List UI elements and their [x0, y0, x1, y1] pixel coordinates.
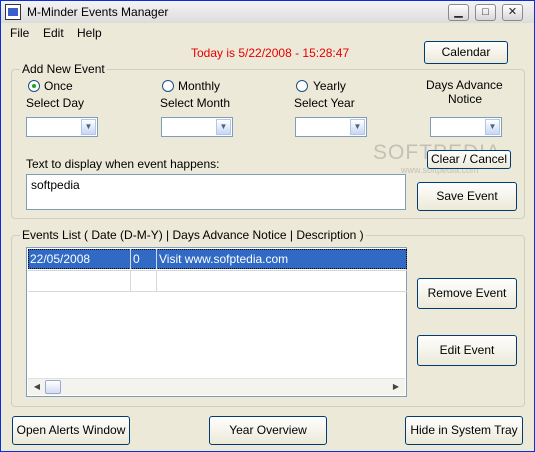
close-button[interactable]: ✕	[502, 4, 523, 21]
radio-monthly[interactable]	[162, 80, 174, 92]
select-day-label: Select Day	[26, 96, 85, 110]
chevron-down-icon: ▼	[485, 119, 500, 135]
year-overview-button[interactable]: Year Overview	[209, 416, 327, 445]
days-advance-label: Days Advance	[426, 78, 503, 92]
chevron-down-icon: ▼	[350, 119, 365, 135]
scroll-right-icon[interactable]: ▶	[389, 381, 403, 393]
clear-cancel-button[interactable]: Clear / Cancel	[427, 150, 511, 169]
days-advance-dropdown[interactable]: ▼	[430, 117, 502, 137]
event-text-label: Text to display when event happens:	[26, 157, 220, 171]
events-list-title: Events List ( Date (D-M-Y) | Days Advanc…	[20, 228, 366, 242]
current-datetime: Today is 5/22/2008 - 15:28:47	[191, 46, 350, 60]
table-row[interactable]: 22/05/2008 0 Visit www.sofptedia.com	[28, 249, 407, 269]
event-description-cell: Visit www.sofptedia.com	[159, 252, 289, 266]
empty-cell	[131, 271, 157, 291]
minimize-icon: ▁	[454, 6, 463, 18]
radio-yearly[interactable]	[296, 80, 308, 92]
maximize-button[interactable]: □	[475, 4, 496, 21]
radio-once[interactable]	[28, 80, 40, 92]
select-year-label: Select Year	[294, 96, 355, 110]
radio-yearly-label: Yearly	[313, 79, 346, 93]
empty-cell	[28, 271, 131, 291]
radio-monthly-label: Monthly	[178, 79, 221, 93]
select-month-dropdown[interactable]: ▼	[161, 117, 233, 137]
remove-event-button[interactable]: Remove Event	[417, 278, 517, 309]
events-list[interactable]: 22/05/2008 0 Visit www.sofptedia.com ◀ ▶	[26, 247, 407, 397]
calendar-button[interactable]: Calendar	[424, 41, 508, 64]
days-advance-label-2: Notice	[448, 92, 483, 106]
scroll-thumb[interactable]	[45, 380, 61, 394]
radio-once-label: Once	[44, 79, 73, 93]
event-text-input[interactable]: softpedia	[26, 174, 406, 210]
window-title: M-Minder Events Manager	[27, 5, 169, 19]
event-date-cell: 22/05/2008	[28, 249, 131, 269]
open-alerts-window-button[interactable]: Open Alerts Window	[12, 416, 130, 445]
select-day-dropdown[interactable]: ▼	[26, 117, 98, 137]
title-bar: M-Minder Events Manager ▁ □ ✕	[1, 1, 534, 24]
menu-file[interactable]: File	[10, 26, 29, 40]
scroll-left-icon[interactable]: ◀	[30, 381, 44, 393]
app-icon	[5, 4, 21, 20]
horizontal-scrollbar[interactable]: ◀ ▶	[28, 378, 405, 395]
table-row-empty	[28, 270, 407, 292]
main-window: M-Minder Events Manager ▁ □ ✕ File Edit …	[0, 0, 535, 452]
chevron-down-icon: ▼	[216, 119, 231, 135]
chevron-down-icon: ▼	[81, 119, 96, 135]
event-days-cell: 0	[131, 249, 157, 269]
edit-event-button[interactable]: Edit Event	[417, 335, 517, 366]
maximize-icon: □	[482, 6, 489, 18]
menu-edit[interactable]: Edit	[43, 26, 64, 40]
minimize-button[interactable]: ▁	[448, 4, 469, 21]
select-month-label: Select Month	[160, 96, 231, 110]
add-new-event-title: Add New Event	[20, 62, 107, 76]
hide-in-system-tray-button[interactable]: Hide in System Tray	[405, 416, 523, 445]
menu-bar: File Edit Help	[1, 23, 534, 43]
menu-help[interactable]: Help	[77, 26, 102, 40]
close-icon: ✕	[507, 6, 518, 18]
select-year-dropdown[interactable]: ▼	[295, 117, 367, 137]
save-event-button[interactable]: Save Event	[417, 182, 517, 211]
